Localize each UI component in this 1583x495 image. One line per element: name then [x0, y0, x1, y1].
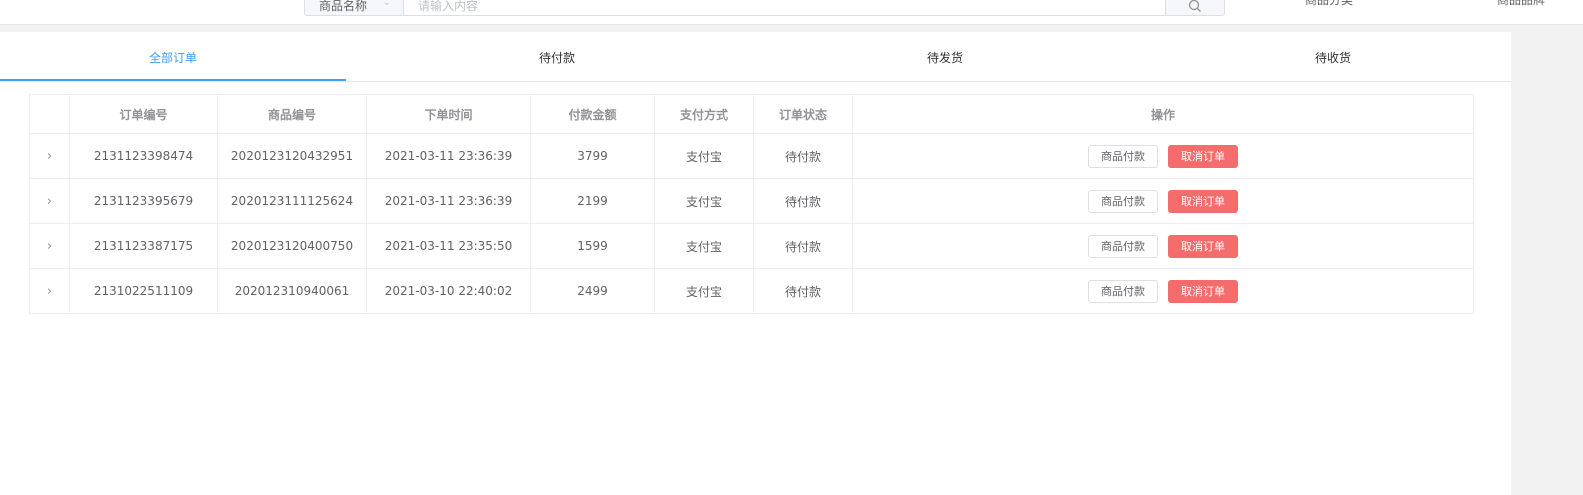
order-time-cell: 2021-03-11 23:36:39 [366, 178, 531, 224]
cancel-order-button[interactable]: 取消订单 [1168, 279, 1238, 303]
table-row: › 2131123398474 2020123120432951 2021-03… [29, 133, 1474, 179]
status-cell: 待付款 [753, 268, 853, 314]
tab-pending-shipment[interactable]: 待发货 [772, 32, 1118, 81]
search-input[interactable]: 请输入内容 [404, 0, 1166, 16]
amount-cell: 1599 [530, 223, 655, 269]
order-time-cell: 2021-03-11 23:35:50 [366, 223, 531, 269]
cancel-order-button[interactable]: 取消订单 [1168, 189, 1238, 213]
pay-method-cell: 支付宝 [654, 268, 754, 314]
orders-panel: 全部订单 待付款 待发货 待收货 订单编号 商品编号 下单时间 付款金额 支付方… [0, 32, 1511, 495]
product-no-cell: 2020123120432951 [217, 133, 367, 179]
amount-cell: 2199 [530, 178, 655, 224]
amount-cell: 2499 [530, 268, 655, 314]
search-placeholder: 请输入内容 [418, 0, 479, 13]
tab-pending-payment[interactable]: 待付款 [384, 32, 730, 81]
product-no-cell: 2020123111125624 [217, 178, 367, 224]
pay-button[interactable]: 商品付款 [1088, 144, 1158, 168]
column-header-product-no: 商品编号 [217, 94, 367, 134]
pay-method-cell: 支付宝 [654, 178, 754, 224]
pay-method-cell: 支付宝 [654, 133, 754, 179]
order-no-cell: 2131123395679 [69, 178, 218, 224]
column-header-order-no: 订单编号 [69, 94, 218, 134]
order-no-cell: 2131022511109 [69, 268, 218, 314]
table-row: › 2131022511109 202012310940061 2021-03-… [29, 268, 1474, 314]
actions-cell: 商品付款 取消订单 [852, 133, 1474, 179]
table-row: › 2131123387175 2020123120400750 2021-03… [29, 223, 1474, 269]
cancel-order-button[interactable]: 取消订单 [1168, 234, 1238, 258]
table-header-row: 订单编号 商品编号 下单时间 付款金额 支付方式 订单状态 操作 [29, 94, 1474, 134]
actions-cell: 商品付款 取消订单 [852, 178, 1474, 224]
search-icon [1188, 0, 1201, 12]
column-header-pay-method: 支付方式 [654, 94, 754, 134]
top-header: 商品名称 ⌄ 请输入内容 商品分类 商品品牌 [0, 0, 1583, 25]
search-category-select[interactable]: 商品名称 ⌄ [304, 0, 404, 16]
active-tab-indicator [0, 79, 346, 81]
column-header-expand [29, 94, 70, 134]
nav-brand-link[interactable]: 商品品牌 [1497, 0, 1545, 8]
status-cell: 待付款 [753, 178, 853, 224]
amount-cell: 3799 [530, 133, 655, 179]
pay-method-cell: 支付宝 [654, 223, 754, 269]
orders-table: 订单编号 商品编号 下单时间 付款金额 支付方式 订单状态 操作 › 21311… [29, 94, 1474, 314]
order-time-cell: 2021-03-10 22:40:02 [366, 268, 531, 314]
table-row: › 2131123395679 2020123111125624 2021-03… [29, 178, 1474, 224]
pay-button[interactable]: 商品付款 [1088, 234, 1158, 258]
pay-button[interactable]: 商品付款 [1088, 279, 1158, 303]
order-tabs: 全部订单 待付款 待发货 待收货 [0, 32, 1511, 82]
order-time-cell: 2021-03-11 23:36:39 [366, 133, 531, 179]
order-no-cell: 2131123398474 [69, 133, 218, 179]
pay-button[interactable]: 商品付款 [1088, 189, 1158, 213]
chevron-down-icon: ⌄ [382, 0, 391, 8]
product-no-cell: 2020123120400750 [217, 223, 367, 269]
chevron-right-icon[interactable]: › [47, 194, 52, 209]
product-no-cell: 202012310940061 [217, 268, 367, 314]
column-header-actions: 操作 [852, 94, 1474, 134]
cancel-order-button[interactable]: 取消订单 [1168, 144, 1238, 168]
chevron-right-icon[interactable]: › [47, 239, 52, 254]
chevron-right-icon[interactable]: › [47, 149, 52, 164]
column-header-amount: 付款金额 [530, 94, 655, 134]
nav-category-link[interactable]: 商品分类 [1305, 0, 1353, 8]
column-header-order-time: 下单时间 [366, 94, 531, 134]
search-button[interactable] [1165, 0, 1225, 16]
column-header-status: 订单状态 [753, 94, 853, 134]
actions-cell: 商品付款 取消订单 [852, 223, 1474, 269]
actions-cell: 商品付款 取消订单 [852, 268, 1474, 314]
status-cell: 待付款 [753, 133, 853, 179]
order-no-cell: 2131123387175 [69, 223, 218, 269]
tab-pending-receipt[interactable]: 待收货 [1160, 32, 1506, 81]
tab-all-orders[interactable]: 全部订单 [0, 32, 346, 81]
search-category-label: 商品名称 [319, 0, 368, 13]
chevron-right-icon[interactable]: › [47, 284, 52, 299]
status-cell: 待付款 [753, 223, 853, 269]
